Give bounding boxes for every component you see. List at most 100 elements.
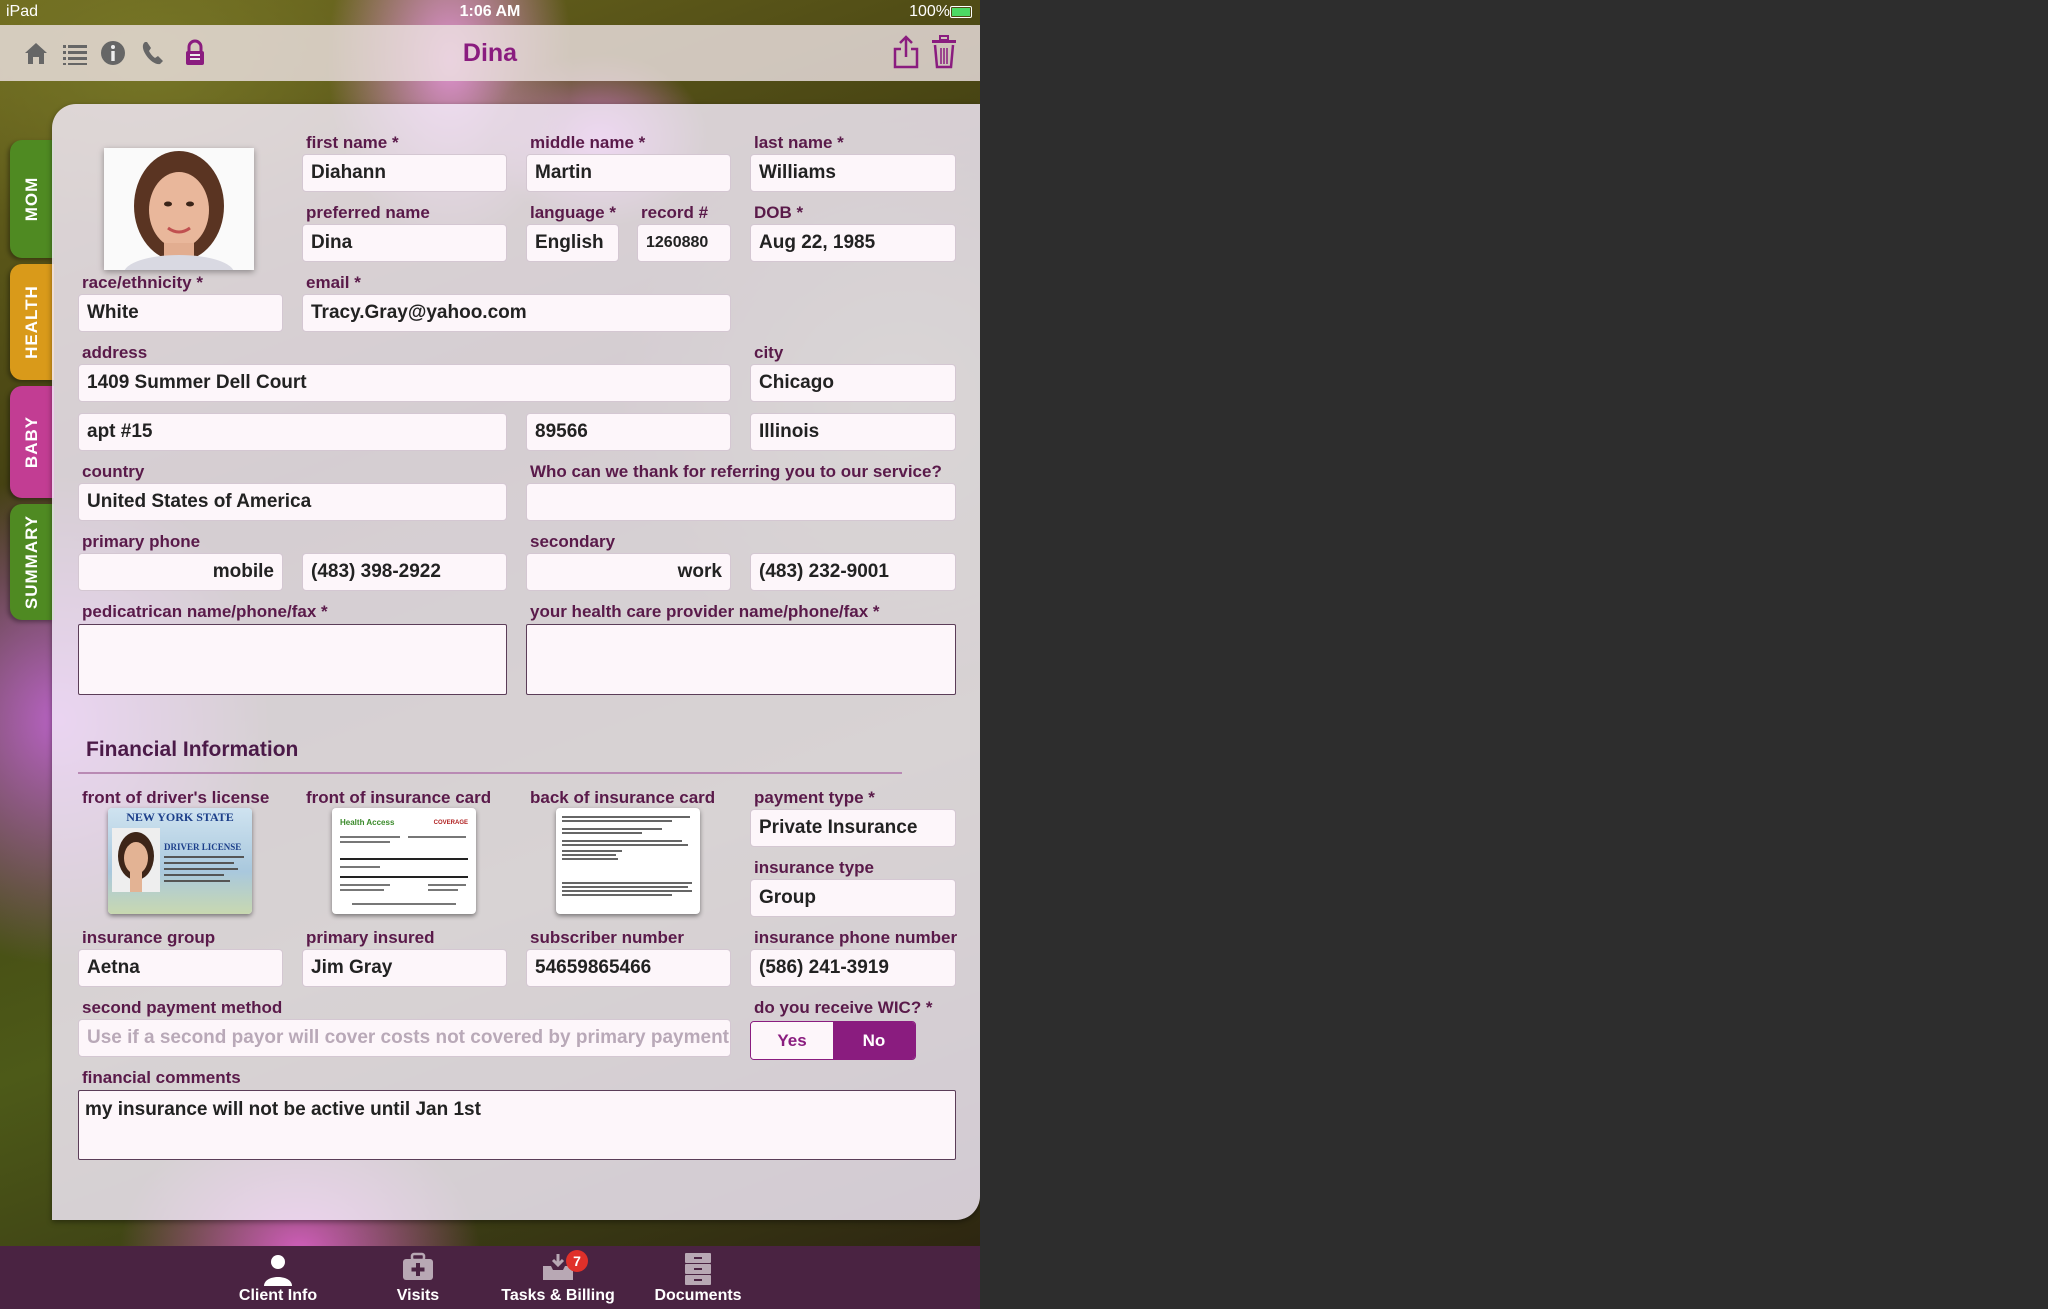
- pediatrician-label: pedicatrican name/phone/fax *: [82, 602, 328, 621]
- tab-documents[interactable]: Documents: [648, 1246, 748, 1309]
- side-tab-label: HEALTH: [22, 285, 41, 359]
- person-icon: [264, 1255, 292, 1286]
- insurance-type-label: insurance type: [754, 858, 874, 877]
- financial-section-title: Financial Information: [86, 738, 299, 761]
- side-tab-baby[interactable]: BABY: [10, 386, 54, 498]
- side-tab-summary[interactable]: SUMMARY: [10, 504, 54, 620]
- battery-percent: 100%: [909, 3, 950, 20]
- country-field[interactable]: United States of America: [78, 483, 507, 521]
- record-field[interactable]: 1260880: [637, 224, 731, 262]
- tab-label: Tasks & Billing: [501, 1287, 615, 1304]
- wic-yes-button[interactable]: Yes: [751, 1022, 833, 1059]
- file-cabinet-icon: [685, 1253, 711, 1285]
- insurance-front-image[interactable]: Health Access COVERAGE: [332, 808, 476, 914]
- insurance-front-label: front of insurance card: [306, 788, 492, 807]
- financial-comments-label: financial comments: [82, 1068, 241, 1087]
- tab-visits[interactable]: Visits: [368, 1246, 468, 1309]
- referral-field[interactable]: [526, 483, 956, 521]
- side-tab-label: MOM: [22, 176, 41, 222]
- tab-client-info[interactable]: Client Info: [228, 1246, 328, 1309]
- payment-type-field[interactable]: Private Insurance: [750, 809, 956, 847]
- license-doc-title: DRIVER LICENSE: [164, 842, 242, 852]
- side-tab-health[interactable]: HEALTH: [10, 264, 54, 380]
- secondary-phone-field[interactable]: (483) 232-9001: [750, 553, 956, 591]
- address-label: address: [82, 343, 148, 362]
- nav-bar: Dina: [0, 25, 980, 81]
- financial-comments-textarea[interactable]: my insurance will not be active until Ja…: [78, 1090, 956, 1160]
- subscriber-number-field[interactable]: 54659865466: [526, 949, 731, 987]
- tab-label: Visits: [396, 1287, 440, 1304]
- share-icon[interactable]: [892, 35, 920, 69]
- wic-no-button[interactable]: No: [833, 1022, 915, 1059]
- preferred-name-label: preferred name: [306, 203, 430, 222]
- status-time: 1:06 AM: [459, 3, 521, 20]
- app-screen: iPad 1:06 AM 100% Dina MOM HEALTH BABY S…: [0, 0, 980, 1309]
- status-bar: iPad 1:06 AM 100%: [0, 0, 980, 25]
- second-payment-label: second payment method: [82, 998, 283, 1017]
- middle-name-field[interactable]: Martin: [526, 154, 731, 192]
- insurance-phone-label: insurance phone number: [754, 928, 958, 947]
- state-field[interactable]: Illinois: [750, 413, 956, 451]
- race-label: race/ethnicity *: [82, 273, 203, 292]
- secondary-phone-type-select[interactable]: work: [526, 553, 731, 591]
- tab-label: Documents: [654, 1287, 742, 1304]
- wic-label: do you receive WIC? *: [754, 998, 933, 1017]
- first-name-label: first name *: [306, 133, 399, 152]
- last-name-field[interactable]: Williams: [750, 154, 956, 192]
- city-field[interactable]: Chicago: [750, 364, 956, 402]
- trash-icon[interactable]: [930, 35, 958, 69]
- zip-field[interactable]: 89566: [526, 413, 731, 451]
- language-field[interactable]: English: [526, 224, 619, 262]
- provider-label: your health care provider name/phone/fax…: [530, 602, 880, 621]
- primary-insured-label: primary insured: [306, 928, 435, 947]
- country-label: country: [82, 462, 145, 481]
- payment-type-label: payment type *: [754, 788, 875, 807]
- tab-label: Client Info: [238, 1287, 318, 1304]
- pediatrician-textarea[interactable]: [78, 624, 507, 695]
- insurance-group-field[interactable]: Aetna: [78, 949, 283, 987]
- email-field[interactable]: Tracy.Gray@yahoo.com: [302, 294, 731, 332]
- last-name-label: last name *: [754, 133, 844, 152]
- preferred-name-field[interactable]: Dina: [302, 224, 507, 262]
- page-title: Dina: [462, 39, 518, 67]
- profile-photo[interactable]: [104, 148, 254, 291]
- primary-phone-label: primary phone: [82, 532, 201, 551]
- section-divider: [78, 772, 902, 774]
- empty-background: [980, 0, 2048, 1309]
- side-tab-label: SUMMARY: [22, 514, 41, 610]
- tasks-badge: 7: [566, 1250, 588, 1272]
- tab-bar: Client Info Visits 7 Tasks & Billing Doc…: [0, 1246, 980, 1309]
- side-tab-label: BABY: [22, 415, 41, 469]
- first-name-field[interactable]: Diahann: [302, 154, 507, 192]
- avatar: [104, 148, 254, 291]
- provider-textarea[interactable]: [526, 624, 956, 695]
- insurance-back-image[interactable]: [556, 808, 700, 914]
- license-state: NEW YORK STATE: [126, 810, 234, 824]
- license-photo: [118, 832, 154, 892]
- middle-name-label: middle name *: [530, 133, 646, 152]
- dob-field[interactable]: Aug 22, 1985: [750, 224, 956, 262]
- insurance-phone-field[interactable]: (586) 241-3919: [750, 949, 956, 987]
- primary-phone-field[interactable]: (483) 398-2922: [302, 553, 507, 591]
- referral-label: Who can we thank for referring you to ou…: [530, 462, 942, 481]
- insurance-brand: Health Access: [340, 818, 395, 827]
- race-field[interactable]: White: [78, 294, 283, 332]
- primary-insured-field[interactable]: Jim Gray: [302, 949, 507, 987]
- second-payment-field[interactable]: Use if a second payor will cover costs n…: [78, 1019, 731, 1057]
- address-field[interactable]: 1409 Summer Dell Court: [78, 364, 731, 402]
- side-tab-mom[interactable]: MOM: [10, 140, 54, 258]
- insurance-group-label: insurance group: [82, 928, 216, 947]
- primary-phone-type-select[interactable]: mobile: [78, 553, 283, 591]
- email-label: email *: [306, 273, 361, 292]
- apt-field[interactable]: apt #15: [78, 413, 507, 451]
- drivers-license-label: front of driver's license: [82, 788, 270, 807]
- insurance-coverage-tag: COVERAGE: [433, 820, 468, 826]
- drivers-license-image[interactable]: NEW YORK STATE DRIVER LICENSE: [108, 808, 252, 914]
- tab-tasks-billing[interactable]: 7 Tasks & Billing: [498, 1246, 618, 1309]
- insurance-back-label: back of insurance card: [530, 788, 716, 807]
- record-label: record #: [641, 203, 709, 222]
- insurance-type-field[interactable]: Group: [750, 879, 956, 917]
- dob-label: DOB *: [754, 203, 804, 222]
- medical-bag-icon: [403, 1252, 433, 1280]
- language-label: language *: [530, 203, 616, 222]
